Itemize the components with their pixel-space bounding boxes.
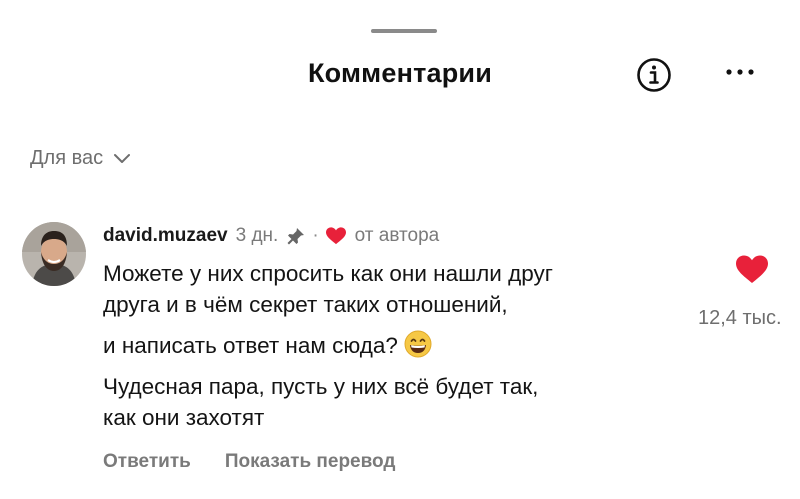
info-circle-icon[interactable] bbox=[636, 57, 672, 93]
sheet-title: Комментарии bbox=[307, 58, 492, 88]
author-like-label: от автора bbox=[354, 225, 440, 246]
sort-filter-label: Для вас bbox=[30, 147, 104, 169]
comment-meta: david.muzaev 3 дн. · от автора bbox=[103, 225, 439, 247]
meta-separator: · bbox=[312, 225, 319, 246]
comment-line: Можете у них спросить как они нашли друг bbox=[103, 261, 553, 286]
chevron-down-icon bbox=[114, 153, 131, 163]
author-heart-icon bbox=[325, 227, 346, 245]
like-count: 12,4 тыс. bbox=[698, 307, 782, 329]
comment-username[interactable]: david.muzaev bbox=[103, 225, 228, 247]
reply-button[interactable]: Ответить bbox=[103, 451, 191, 473]
comment-line: друга и в чём секрет таких отношений, bbox=[103, 292, 508, 317]
comment-line: и написать ответ нам сюда? bbox=[103, 333, 398, 358]
comment-time: 3 дн. bbox=[235, 225, 279, 246]
sheet-drag-handle[interactable] bbox=[371, 29, 437, 33]
more-dots-icon[interactable] bbox=[723, 62, 759, 82]
pin-icon bbox=[287, 228, 305, 245]
sort-filter-dropdown[interactable]: Для вас bbox=[30, 147, 131, 170]
user-avatar[interactable] bbox=[22, 222, 86, 286]
grinning-face-emoji-icon bbox=[404, 330, 432, 358]
comment-line: как они захотят bbox=[103, 405, 265, 430]
comment-line: Чудесная пара, пусть у них всё будет так… bbox=[103, 374, 539, 399]
comments-sheet: Комментарии Для вас david.muzaev 3 дн. · bbox=[0, 0, 800, 499]
comment-line-with-emoji: и написать ответ нам сюда? bbox=[103, 330, 703, 361]
comment-text: Можете у них спросить как они нашли друг… bbox=[103, 258, 703, 433]
show-translation-button[interactable]: Показать перевод bbox=[225, 451, 396, 473]
like-heart-filled-icon[interactable] bbox=[734, 253, 770, 285]
comment-actions: Ответить Показать перевод bbox=[103, 451, 395, 473]
